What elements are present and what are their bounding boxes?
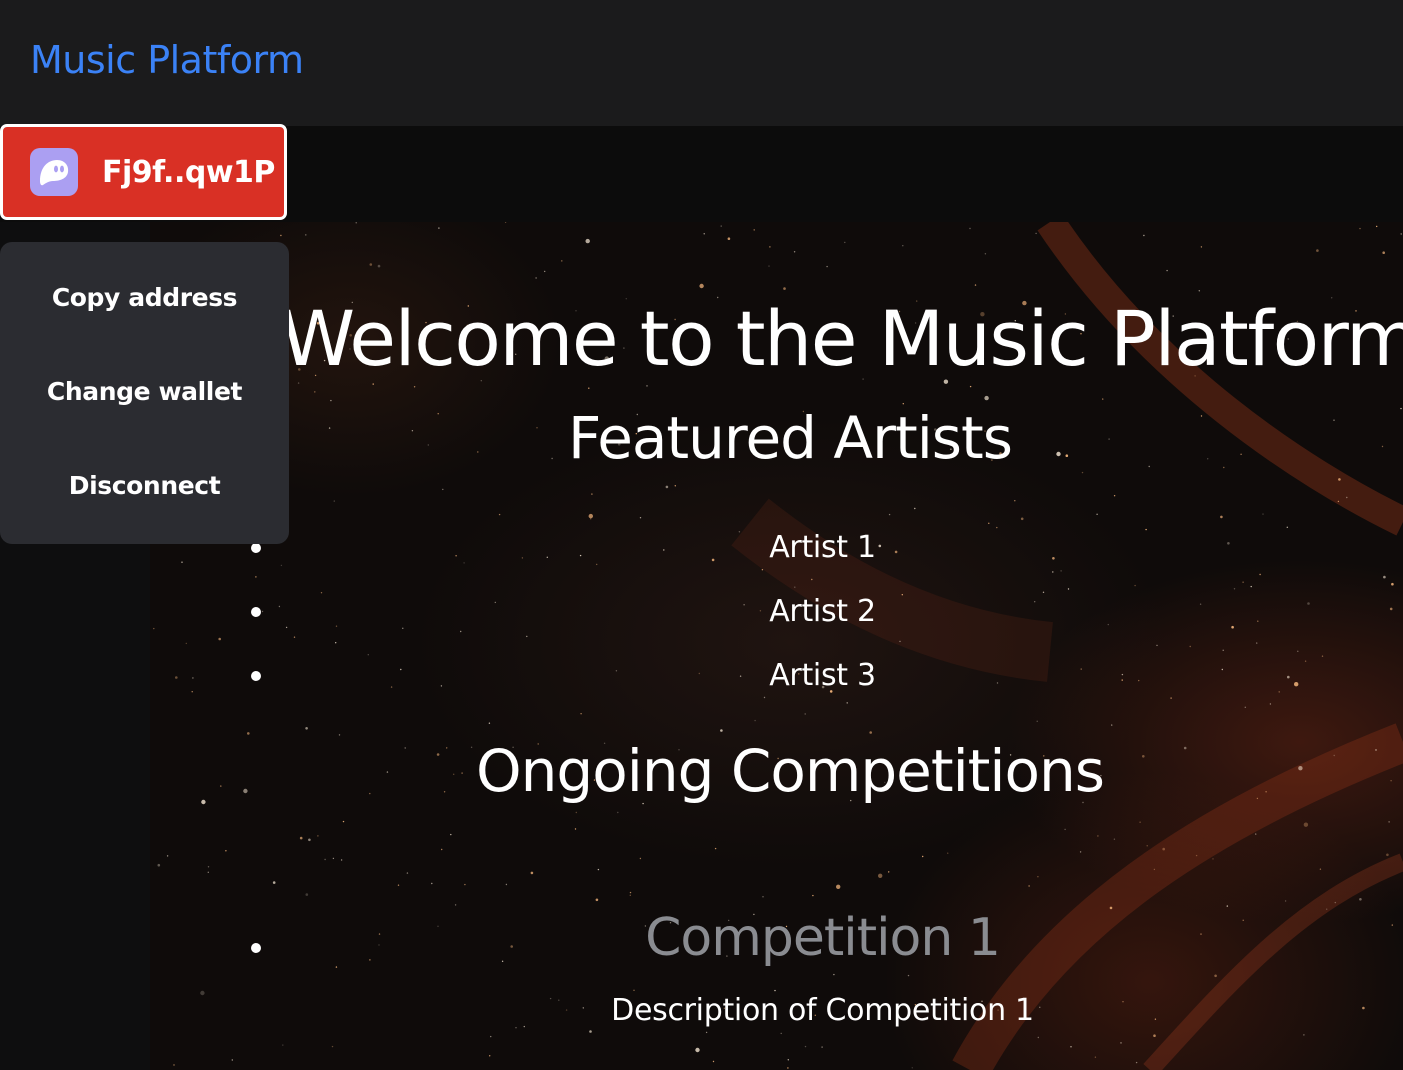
disconnect-menu-item[interactable]: Disconnect <box>0 471 289 500</box>
competition-description: Description of Competition 1 <box>611 993 1034 1028</box>
featured-artists-heading: Featured Artists <box>568 404 1013 472</box>
competitions-heading: Ongoing Competitions <box>476 737 1105 805</box>
page-title: Welcome to the Music Platform <box>280 294 1403 383</box>
change-wallet-menu-item[interactable]: Change wallet <box>0 377 289 406</box>
main-content: Welcome to the Music Platform Featured A… <box>150 222 1403 1070</box>
copy-address-menu-item[interactable]: Copy address <box>0 283 289 312</box>
wallet-button[interactable]: Fj9f..qw1P <box>0 124 287 220</box>
competition-title: Competition 1 <box>645 908 1001 968</box>
artist-item: Artist 3 <box>769 658 876 693</box>
artist-item: Artist 1 <box>769 530 876 565</box>
top-navbar: Music Platform <box>0 0 1403 126</box>
artist-item: Artist 2 <box>769 594 876 629</box>
phantom-ghost-icon <box>30 148 78 196</box>
wallet-address: Fj9f..qw1P <box>102 154 275 190</box>
brand-link[interactable]: Music Platform <box>30 38 304 82</box>
wallet-dropdown-menu: Copy address Change wallet Disconnect <box>0 242 289 544</box>
